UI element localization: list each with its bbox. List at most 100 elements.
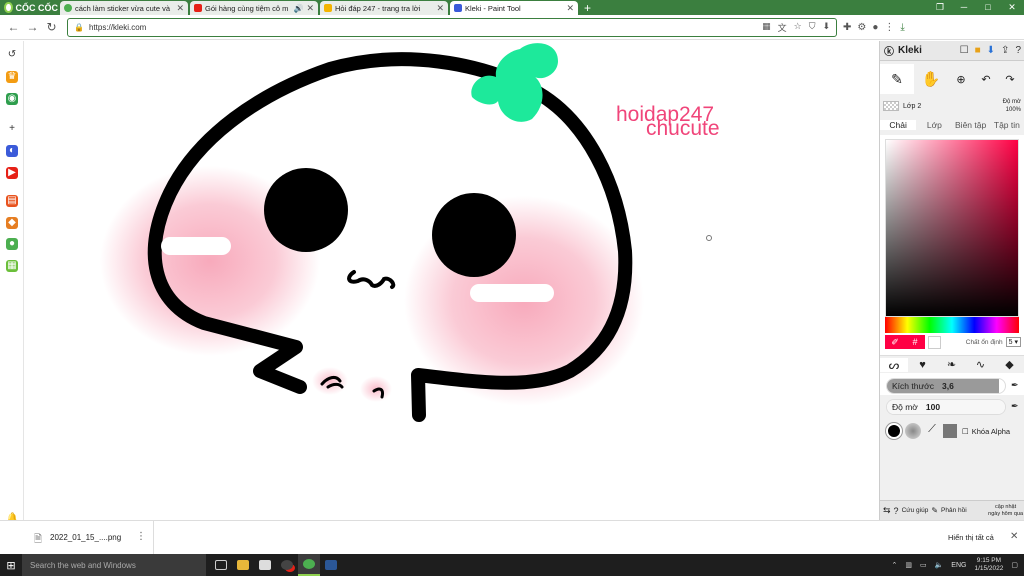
left-paw-blush <box>312 367 348 395</box>
taskbar-clock[interactable]: 9:15 PM 1/15/2022 <box>974 557 1003 573</box>
profile-avatar-icon[interactable]: ● <box>872 22 878 33</box>
coccoc-menu-button[interactable]: CỐC CỐC <box>0 0 58 15</box>
network-icon[interactable]: ▥ <box>905 561 912 569</box>
browser-tab-1[interactable]: cách làm sticker vừa cute và ✕ <box>60 1 188 15</box>
extensions-puzzle-icon[interactable]: ✚ <box>843 22 851 33</box>
game-controller-icon[interactable]: ◉ <box>6 93 18 105</box>
windows-start-icon[interactable]: ⊞ <box>0 554 22 576</box>
maximize-icon[interactable]: □ <box>976 0 1000 15</box>
zoom-icon[interactable]: ⊕ <box>948 73 974 86</box>
bookmark-star-icon[interactable]: ☆ <box>794 21 802 34</box>
grid-app-icon[interactable]: ▦ <box>6 260 18 272</box>
browser-tab-2[interactable]: Gói hàng cùng tiệm cô m 🔊 ✕ <box>190 1 318 15</box>
download-tray-icon[interactable]: ⤓ <box>900 22 904 33</box>
browser-tab-3[interactable]: Hỏi đáp 247 - trang tra lời ✕ <box>320 1 448 15</box>
lock-square-icon[interactable] <box>943 424 957 438</box>
feedback-button[interactable]: Phản hồi <box>941 507 967 514</box>
stabilizer-select[interactable]: 5 ▾ <box>1005 337 1021 347</box>
download-file-name[interactable]: 2022_01_15_....png <box>50 533 121 542</box>
close-icon[interactable]: ✕ <box>306 3 314 14</box>
show-all-downloads[interactable]: Hiển thị tất cả <box>948 533 994 542</box>
undo-icon[interactable]: ↶ <box>974 73 998 86</box>
download-icon[interactable]: ⬇ <box>822 21 830 34</box>
qr-code-icon[interactable]: ▦ <box>762 21 771 34</box>
brush-size-slider[interactable]: Kích thước 3,6 <box>886 378 1006 394</box>
file-explorer-icon[interactable] <box>232 554 254 576</box>
extension-icon[interactable]: ⚙ <box>857 22 866 33</box>
app-icon[interactable]: ◆ <box>6 217 18 229</box>
leaf-app-icon[interactable]: ● <box>6 238 18 250</box>
word-icon[interactable] <box>320 554 342 576</box>
hex-input-button[interactable]: # <box>905 335 925 349</box>
blend-brush-icon[interactable]: ♥ <box>908 359 937 371</box>
translate-icon[interactable]: 文 <box>778 21 787 34</box>
color-saturation-picker[interactable] <box>885 139 1019 317</box>
store-icon[interactable] <box>254 554 276 576</box>
coccoc-taskbar-icon[interactable] <box>298 554 320 576</box>
tray-chevron-icon[interactable]: ⌃ <box>891 561 897 569</box>
app-red-icon[interactable] <box>276 554 298 576</box>
minimize-icon[interactable]: ─ <box>952 0 976 15</box>
pixel-brush-icon[interactable]: ∿ <box>966 358 995 371</box>
battery-icon[interactable]: ▭ <box>920 561 927 569</box>
eraser-icon[interactable]: ◆ <box>995 358 1024 371</box>
back-arrow-icon[interactable]: ← <box>4 20 23 34</box>
volume-icon[interactable]: 🔈 <box>935 561 944 569</box>
alpha-lock-checkbox[interactable]: ☐ <box>962 427 969 436</box>
save-download-icon[interactable]: ⬇ <box>987 45 995 56</box>
share-icon[interactable]: ⇪ <box>1001 45 1009 56</box>
tab-layers[interactable]: Lớp <box>916 120 952 130</box>
hue-slider[interactable] <box>885 317 1019 333</box>
forward-arrow-icon[interactable]: → <box>23 20 42 34</box>
eyedropper-icon[interactable]: ✐ <box>885 335 905 349</box>
close-download-bar-icon[interactable]: ✕ <box>1010 531 1018 542</box>
help-icon[interactable]: ? <box>1015 45 1021 56</box>
layer-opacity-label: Độ mờ <box>1002 99 1021 105</box>
add-icon[interactable]: + <box>6 123 18 135</box>
brush-opacity-slider[interactable]: Độ mờ 100 <box>886 399 1006 415</box>
brush-tool-button[interactable]: ✎ <box>880 64 914 94</box>
hand-tool-button[interactable]: ✋ <box>914 70 948 88</box>
tab-brush[interactable]: Chải <box>880 120 917 130</box>
hard-tip-icon[interactable] <box>886 423 902 439</box>
redo-icon[interactable]: ↷ <box>998 73 1022 86</box>
pen-brush-icon[interactable]: ᔕ <box>880 357 908 372</box>
youtube-icon[interactable]: ▶ <box>6 167 18 179</box>
history-icon[interactable]: ↺ <box>6 49 18 61</box>
language-indicator[interactable]: ENG <box>951 562 966 569</box>
browser-tab-4[interactable]: Kleki - Paint Tool ✕ <box>450 1 578 15</box>
opacity-pressure-icon[interactable]: ✒ <box>1011 401 1019 412</box>
speaker-icon[interactable]: 🔊 <box>293 4 303 13</box>
open-folder-icon[interactable]: ■ <box>975 45 981 56</box>
close-icon[interactable]: ✕ <box>436 3 444 14</box>
hoidap-favicon-icon <box>324 4 332 12</box>
new-tab-button[interactable]: + <box>578 0 597 15</box>
address-bar[interactable]: 🔒 https://kleki.com ▦ 文 ☆ ⛉ ⬇ <box>67 17 837 37</box>
tab-edit[interactable]: Biên tập <box>953 120 989 130</box>
restore-down-icon[interactable]: ❐ <box>928 0 952 15</box>
crown-icon[interactable]: ♛ <box>6 71 18 83</box>
download-menu-icon[interactable]: ⋮ <box>136 531 146 542</box>
messenger-icon[interactable]: ◐ <box>6 145 18 157</box>
size-pressure-icon[interactable]: ✒ <box>1011 380 1019 391</box>
help-button[interactable]: Cứu giúp <box>902 507 929 514</box>
sketchy-brush-icon[interactable]: ❧ <box>937 358 966 371</box>
task-view-icon[interactable] <box>210 554 232 576</box>
swap-icon[interactable]: ⇆ <box>883 505 891 516</box>
shield-icon[interactable]: ⛉ <box>809 21 816 34</box>
soft-tip-icon[interactable] <box>905 423 921 439</box>
secondary-color-swatch[interactable] <box>928 335 941 349</box>
shop-icon[interactable]: ▤ <box>6 195 18 207</box>
line-tip-icon[interactable]: ⟋ <box>924 423 940 439</box>
menu-dots-icon[interactable]: ⋮ <box>884 22 894 33</box>
notification-center-icon[interactable]: ▢ <box>1011 561 1018 569</box>
reload-icon[interactable]: ↻ <box>42 20 61 34</box>
tab-file[interactable]: Tập tin <box>989 120 1024 130</box>
taskbar-search-box[interactable]: Search the web and Windows <box>22 554 206 576</box>
new-image-icon[interactable]: ☐ <box>960 45 969 56</box>
drawing-canvas[interactable]: hoidap247 chucute <box>24 41 879 520</box>
layer-thumbnail[interactable] <box>883 101 899 111</box>
close-icon[interactable]: ✕ <box>566 3 574 14</box>
window-close-icon[interactable]: ✕ <box>1000 0 1024 15</box>
close-icon[interactable]: ✕ <box>176 3 184 14</box>
